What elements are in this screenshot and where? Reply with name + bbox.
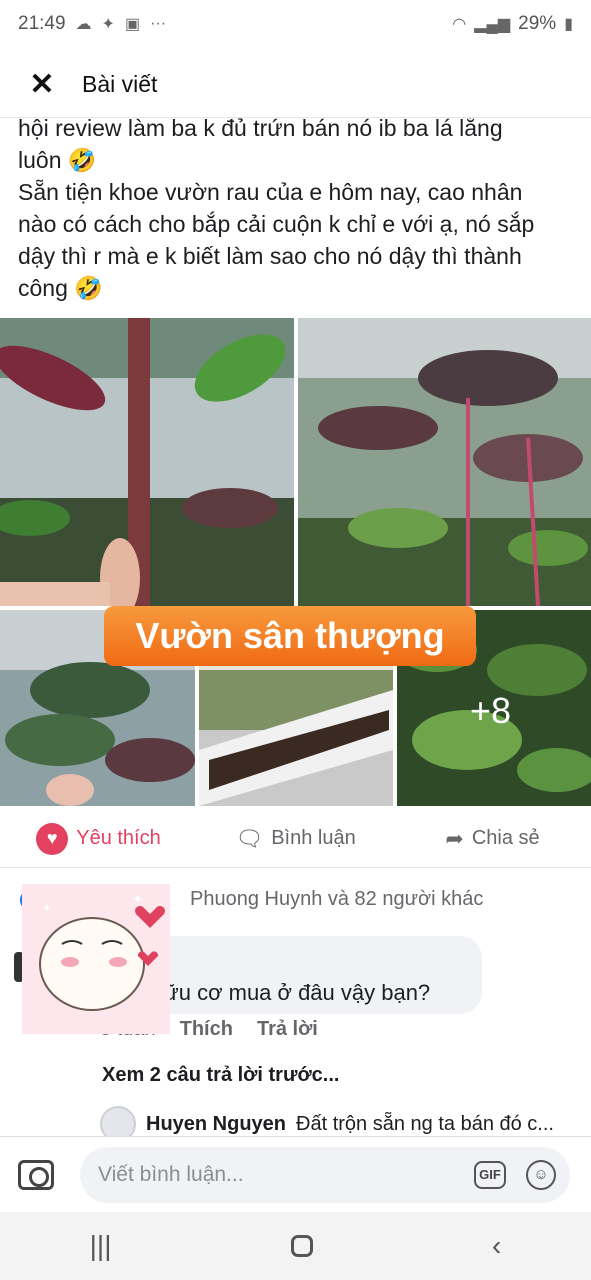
post-actions: ♥ Yêu thích 🗨 Bình luận ➦ Chia sẻ (0, 810, 591, 868)
status-time: 21:49 (18, 13, 66, 34)
sticker-overlay[interactable]: ✦ ✦ (22, 884, 170, 1034)
like-button[interactable]: ♥ Yêu thích (0, 822, 197, 855)
shop-icon: ▣ (124, 16, 141, 33)
gif-icon[interactable]: GIF (474, 1160, 506, 1189)
share-icon: ➦ (445, 825, 464, 851)
post-photo-2[interactable] (298, 318, 591, 606)
more-dots-icon: ··· (150, 15, 167, 32)
back-icon[interactable]: ‹ (492, 1230, 501, 1262)
comment-reply-button[interactable]: Trả lời (257, 1018, 318, 1041)
status-bar: 21:49 ☁ ✦ ▣ ··· ◠ ▂▄▆ 29% ▮ (0, 0, 591, 48)
page-title: Bài viết (82, 71, 158, 97)
comment-button[interactable]: 🗨 Bình luận (197, 826, 394, 852)
twitter-icon: ✦ (101, 16, 115, 33)
post-photo-1[interactable] (0, 318, 294, 606)
comment-composer: Viết bình luận... GIF ☺ (0, 1136, 591, 1212)
reaction-text: Phuong Huynh và 82 người khác (190, 888, 484, 910)
svg-text:✦: ✦ (42, 901, 52, 915)
comment-input-placeholder: Viết bình luận... (98, 1162, 244, 1186)
comment-label: Bình luận (271, 827, 356, 849)
wifi-icon: ◠ (452, 16, 467, 33)
screen: 21:49 ☁ ✦ ▣ ··· ◠ ▂▄▆ 29% ▮ hội review l… (0, 0, 591, 1280)
reply-text: Đất trộn sẵn ng ta bán đó c... (296, 1112, 554, 1135)
home-icon[interactable] (290, 1235, 313, 1257)
camera-icon[interactable] (18, 1159, 54, 1190)
post-line: Sẵn tiện khoe vườn rau của e hôm nay, ca… (18, 179, 523, 205)
comment-text: ữu cơ mua ở đâu vậy bạn? (164, 980, 431, 1005)
signal-icon: ▂▄▆ (474, 16, 511, 33)
share-label: Chia sẻ (471, 827, 540, 849)
app-header: ✕ Bài viết (0, 52, 591, 118)
more-photos-count[interactable]: +8 (470, 690, 511, 732)
like-label: Yêu thích (76, 827, 161, 849)
post-line: nào có cách cho bắp cải cuộn k chỉ e với… (18, 211, 535, 237)
cloud-icon: ☁ (75, 16, 92, 33)
heart-icon: ♥ (36, 822, 69, 855)
post-line: luôn 🤣 (18, 147, 97, 173)
share-button[interactable]: ➦ Chia sẻ (394, 826, 591, 852)
comment-input[interactable]: Viết bình luận... GIF ☺ (80, 1146, 570, 1203)
post-line: dậy thì r mà e k biết làm sao cho nó dậy… (18, 243, 522, 269)
recent-apps-icon[interactable]: ||| (90, 1230, 112, 1262)
battery-percent: 29% (518, 13, 557, 34)
system-nav-bar: ||| ‹ (0, 1212, 591, 1280)
reply-author[interactable]: Huyen Nguyen (146, 1113, 286, 1136)
post-body: hội review làm ba k đủ trứn bán nó ib ba… (18, 112, 578, 304)
photo-overlay-label: Vườn sân thượng (104, 606, 476, 666)
svg-text:✦: ✦ (132, 891, 144, 907)
emoji-icon[interactable]: ☺ (526, 1159, 556, 1190)
comment-icon: 🗨 (235, 825, 264, 851)
see-previous-replies[interactable]: Xem 2 câu trả lời trước... (102, 1064, 339, 1087)
close-icon[interactable]: ✕ (24, 67, 60, 102)
battery-icon: ▮ (564, 16, 573, 33)
comment-like-button[interactable]: Thích (180, 1018, 233, 1041)
post-line: công 🤣 (18, 275, 103, 301)
